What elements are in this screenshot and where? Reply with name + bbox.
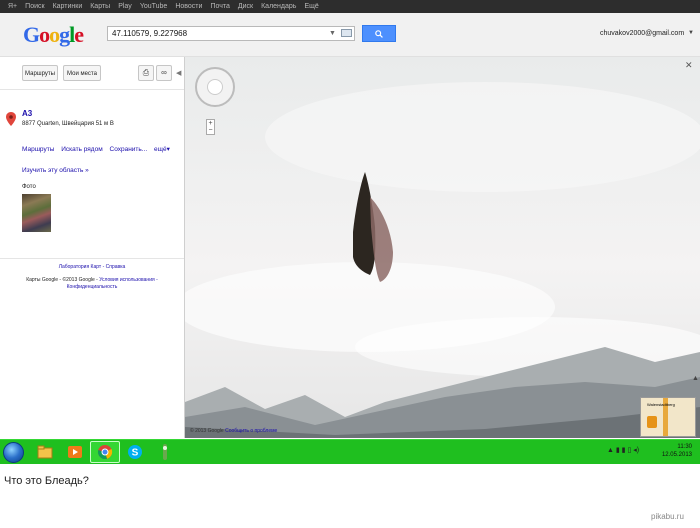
map-pin-icon[interactable] bbox=[6, 112, 16, 126]
watermark: pikabu.ru bbox=[651, 512, 684, 521]
street-view-scene bbox=[185, 57, 700, 438]
minimap-toggle-icon[interactable]: ▲ bbox=[692, 375, 699, 382]
top-link[interactable]: Картинки bbox=[53, 3, 83, 10]
footer-text: Карты Google - ©2013 Google - bbox=[26, 277, 98, 283]
explore-area-link[interactable]: Изучить эту область » bbox=[22, 167, 89, 174]
account-caret-icon[interactable]: ▼ bbox=[688, 30, 694, 36]
google-logo[interactable]: Google bbox=[23, 22, 84, 48]
top-link[interactable]: Ещё bbox=[304, 3, 318, 10]
tray-time: 11:30 bbox=[677, 444, 692, 450]
collapse-panel-icon[interactable]: ◀ bbox=[176, 69, 181, 77]
top-link[interactable]: Диск bbox=[238, 3, 253, 10]
copyright-text: © 2013 Google bbox=[190, 428, 224, 434]
legal-footer: Карты Google - ©2013 Google - Условия ис… bbox=[10, 277, 174, 291]
place-address: 8877 Quarten, Швейцария 51 м В bbox=[22, 121, 114, 127]
minimap-label: Walenstadtberg bbox=[647, 402, 675, 407]
search-dropdown-icon[interactable]: ▼ bbox=[329, 30, 336, 37]
start-button-icon[interactable] bbox=[3, 442, 24, 463]
place-name[interactable]: A3 bbox=[22, 109, 32, 118]
chrome-icon[interactable] bbox=[90, 441, 120, 463]
pegman-icon[interactable] bbox=[647, 416, 657, 428]
post-caption: Что это Блеадь? bbox=[4, 475, 89, 487]
navigation-control[interactable] bbox=[195, 67, 235, 107]
maps-labs-help-link[interactable]: Лаборатория Карт - Справка bbox=[0, 264, 184, 270]
tray-clock[interactable]: 11:30 12.05.2013 bbox=[656, 443, 692, 459]
search-button[interactable] bbox=[362, 25, 396, 42]
top-link[interactable]: Карты bbox=[90, 3, 110, 10]
tray-date: 12.05.2013 bbox=[661, 452, 692, 458]
more-link[interactable]: ещё▾ bbox=[154, 146, 170, 153]
search-nearby-link[interactable]: Искать рядом bbox=[61, 146, 103, 153]
photos-label: Фото bbox=[22, 184, 36, 190]
svg-text:S: S bbox=[132, 448, 139, 459]
windows-taskbar: S ▲ ▮ ▮ ▯ ◂) 11:30 12.05.2013 bbox=[0, 439, 700, 464]
divider bbox=[0, 258, 184, 259]
place-actions: Маршруты Искать рядом Сохранить... ещё▾ bbox=[22, 145, 175, 153]
skype-icon[interactable]: S bbox=[120, 441, 150, 463]
directions-button[interactable]: Маршруты bbox=[22, 65, 58, 81]
link-icon[interactable]: ∞ bbox=[156, 65, 172, 81]
user-email[interactable]: chuvakov2000@gmail.com bbox=[600, 30, 684, 37]
mini-map[interactable]: Walenstadtberg bbox=[640, 397, 696, 437]
copyright: © 2013 Google Сообщить о проблеме bbox=[190, 428, 277, 434]
save-link[interactable]: Сохранить... bbox=[110, 146, 148, 153]
top-link[interactable]: Календарь bbox=[261, 3, 296, 10]
media-player-icon[interactable] bbox=[60, 441, 90, 463]
street-view-panel[interactable]: ✕ + − © 2013 Google Сообщить о проблеме ▲… bbox=[185, 57, 700, 438]
my-places-button[interactable]: Мои места bbox=[63, 65, 101, 81]
print-icon[interactable]: ⎙ bbox=[138, 65, 154, 81]
explorer-icon[interactable] bbox=[30, 441, 60, 463]
pan-control-icon[interactable] bbox=[207, 79, 223, 95]
post-area bbox=[0, 464, 700, 528]
utorrent-icon[interactable] bbox=[150, 441, 180, 463]
top-link[interactable]: Я+ bbox=[8, 3, 17, 10]
top-link[interactable]: Новости bbox=[175, 3, 202, 10]
close-street-view-icon[interactable]: ✕ bbox=[685, 60, 693, 71]
top-link[interactable]: Поиск bbox=[25, 3, 44, 10]
top-link[interactable]: Play bbox=[118, 3, 132, 10]
top-link[interactable]: YouTube bbox=[140, 3, 168, 10]
zoom-control[interactable]: + − bbox=[206, 119, 215, 135]
system-tray-icons[interactable]: ▲ ▮ ▮ ▯ ◂) bbox=[607, 446, 639, 454]
top-link[interactable]: Почта bbox=[210, 3, 229, 10]
divider bbox=[0, 89, 184, 90]
report-problem-link[interactable]: Сообщить о проблеме bbox=[225, 428, 277, 434]
photo-thumbnail[interactable] bbox=[22, 194, 51, 232]
directions-link[interactable]: Маршруты bbox=[22, 146, 54, 153]
google-top-bar: Я+ Поиск Картинки Карты Play YouTube Нов… bbox=[0, 0, 700, 13]
search-icon bbox=[375, 29, 383, 38]
search-input[interactable]: 47.110579, 9.227968 bbox=[107, 26, 355, 41]
sidebar-panel: Маршруты Мои места ⎙ ∞ ◀ A3 8877 Quarten… bbox=[0, 57, 185, 438]
keyboard-icon[interactable] bbox=[341, 29, 352, 37]
